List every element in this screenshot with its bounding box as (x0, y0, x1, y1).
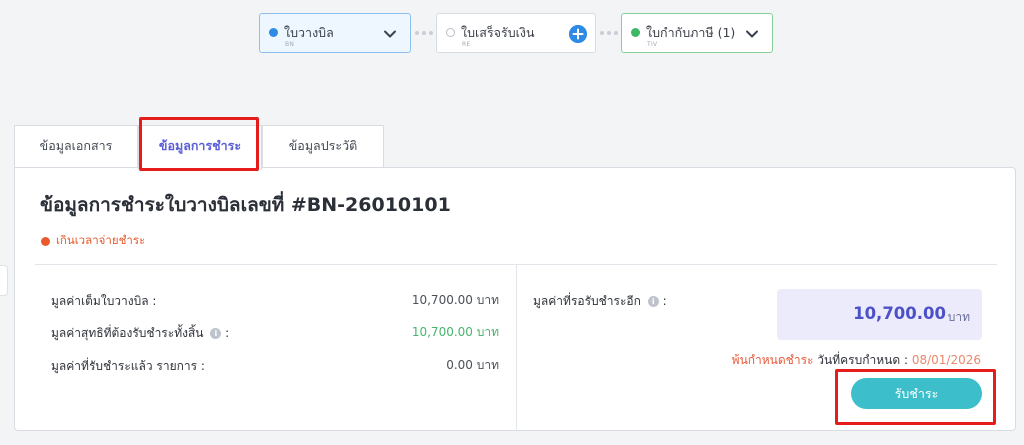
label-colon: : (662, 294, 667, 308)
net-amount-label: มูลค่าสุทธิที่ต้องรับชำระทั้งสิ้น i : (51, 324, 229, 343)
due-date-line: พ้นกำหนดชำระ วันที่ครบกำหนด : 08/01/2026 (732, 351, 981, 370)
chevron-down-icon[interactable] (382, 26, 398, 42)
flow-step-title: ใบกำกับภาษี (1) (646, 25, 736, 40)
flow-step-code: BN (285, 41, 295, 48)
flow-connector (596, 31, 621, 35)
remaining-amount-value: 10,700.00 (853, 304, 946, 323)
page-title: ข้อมูลการชำระใบวางบิลเลขที่ #BN-26010101 (40, 194, 451, 216)
status-badge: เกินเวลาจ่ายชำระ (41, 232, 145, 250)
due-date-value: 08/01/2026 (911, 353, 981, 367)
flow-step-code: TIV (647, 41, 658, 48)
flow-connector (411, 31, 436, 35)
chevron-down-icon[interactable] (744, 26, 760, 42)
tab-document-info[interactable]: ข้อมูลเอกสาร (14, 125, 138, 168)
flow-step-billing-note[interactable]: ใบวางบิล BN (259, 13, 411, 53)
flow-step-title: ใบเสร็จรับเงิน (461, 25, 535, 40)
document-flow: ใบวางบิล BN ใบเสร็จรับเงิน RE ใบกำกับภาษ… (259, 13, 773, 53)
tab-payment-info[interactable]: ข้อมูลการชำระ (138, 125, 262, 170)
flow-step-title: ใบวางบิล (284, 25, 334, 40)
flow-step-tax-invoice[interactable]: ใบกำกับภาษี (1) TIV (621, 13, 773, 53)
net-amount-label-text: มูลค่าสุทธิที่ต้องรับชำระทั้งสิ้น (51, 326, 204, 340)
paid-amount-label: มูลค่าที่รับชำระแล้ว รายการ : (51, 359, 205, 373)
overdue-text: พ้นกำหนดชำระ (731, 353, 814, 367)
overdue-dot-icon (41, 236, 50, 246)
info-icon[interactable]: i (647, 296, 659, 307)
tab-history[interactable]: ข้อมูลประวัติ (262, 125, 384, 168)
remaining-amount-unit: บาท (947, 310, 970, 324)
side-drawer-handle[interactable] (0, 265, 8, 296)
label-colon: : (225, 326, 230, 340)
remaining-amount-box: 10,700.00 บาท (777, 289, 982, 340)
due-date-label: วันที่ครบกำหนด : (817, 353, 908, 367)
payment-panel: ข้อมูลการชำระใบวางบิลเลขที่ #BN-26010101… (14, 167, 1016, 431)
receive-payment-button[interactable]: รับชำระ (851, 378, 982, 409)
flow-step-code: RE (462, 41, 471, 48)
info-icon[interactable]: i (210, 328, 222, 339)
add-icon[interactable] (569, 25, 587, 43)
status-dot-icon (446, 28, 455, 37)
full-amount-label: มูลค่าเต็มใบวางบิล : (51, 294, 157, 308)
divider (516, 265, 517, 430)
status-text: เกินเวลาจ่ายชำระ (56, 233, 146, 247)
status-dot-icon (269, 28, 278, 37)
paid-amount-value: 0.00 บาท (446, 358, 499, 372)
net-amount-value: 10,700.00 บาท (411, 325, 499, 339)
flow-step-receipt[interactable]: ใบเสร็จรับเงิน RE (436, 13, 596, 53)
remaining-amount-label: มูลค่าที่รอรับชำระอีก i : (533, 292, 667, 311)
status-dot-icon (631, 28, 640, 37)
remaining-label-text: มูลค่าที่รอรับชำระอีก (533, 294, 641, 308)
full-amount-value: 10,700.00 บาท (411, 293, 499, 307)
